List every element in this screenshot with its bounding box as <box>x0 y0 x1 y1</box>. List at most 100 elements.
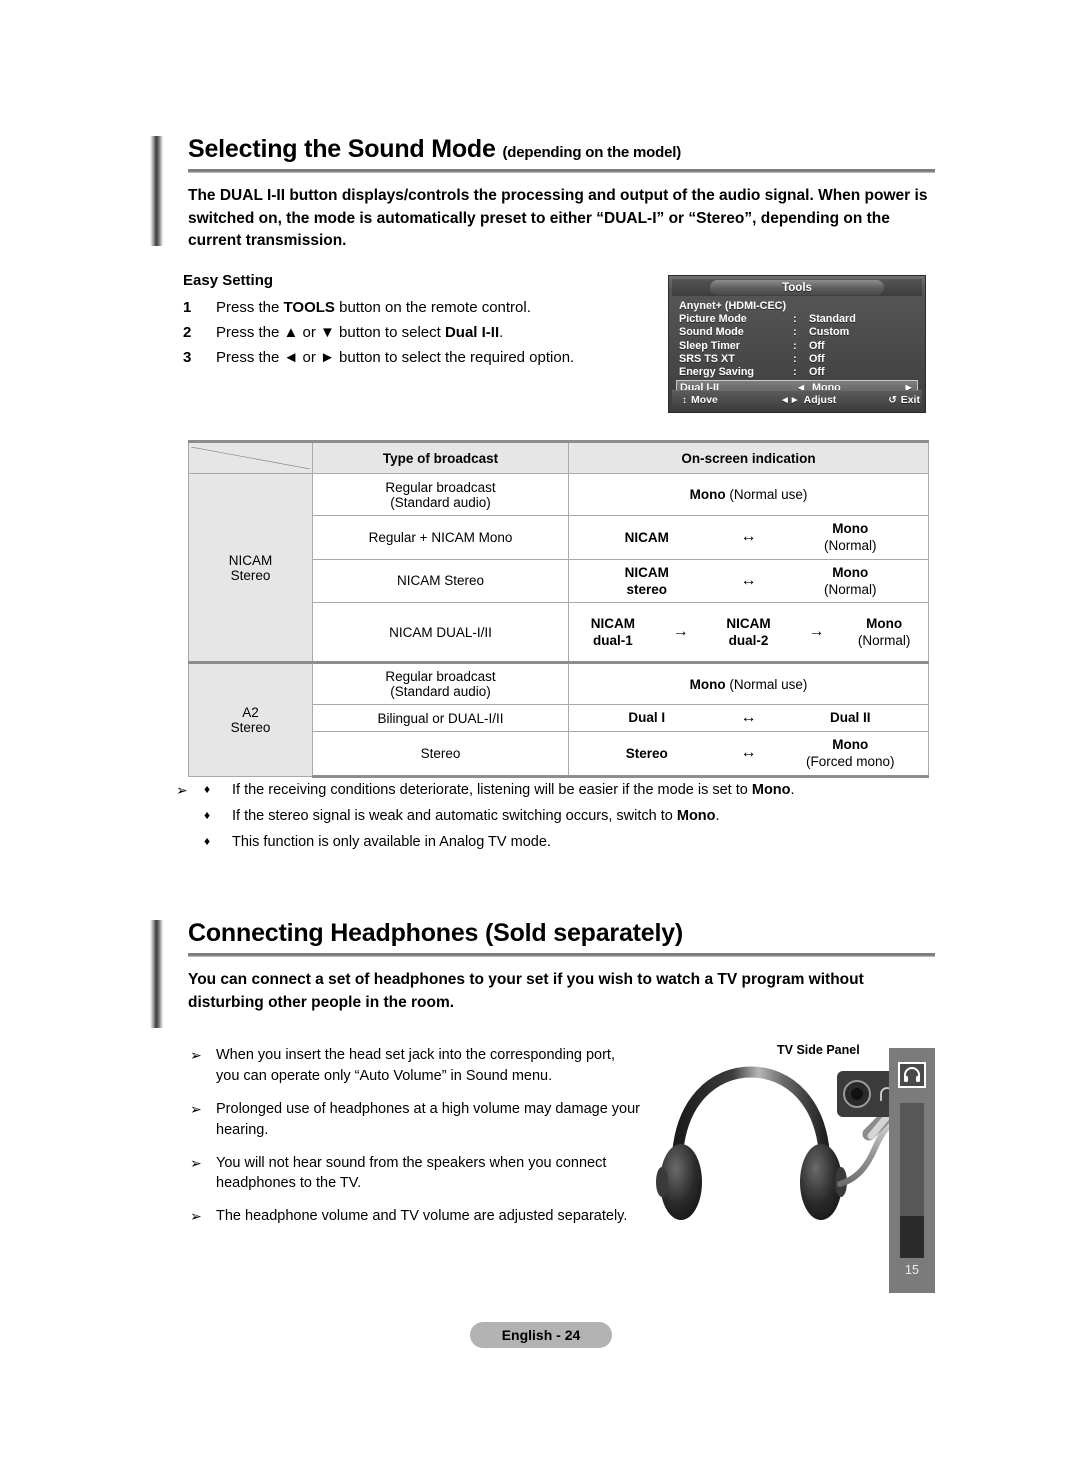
note-text-b: . <box>790 782 795 798</box>
osd-item-sound-mode[interactable]: Sound Mode : Custom <box>679 326 915 339</box>
bidirectional-arrow-icon: ↔ <box>740 528 757 546</box>
table-cell-indication: Stereo ↔ Mono (Forced mono) <box>568 731 929 778</box>
headphone-icon <box>898 1062 926 1088</box>
diamond-bullet-icon: ♦ <box>204 833 211 848</box>
osd-hint-label: Adjust <box>803 394 837 406</box>
osd-item-label: Sound Mode <box>679 326 744 339</box>
page-title-subtext: (depending on the model) <box>502 144 681 161</box>
table-cell-broadcast: Regular broadcast (Standard audio) <box>312 473 569 516</box>
table-cell-indication: Mono (Normal use) <box>568 473 929 516</box>
osd-item-value: Standard <box>809 313 856 326</box>
group-label-line1: NICAM <box>228 552 273 568</box>
step-text-bold: TOOLS <box>283 299 335 316</box>
table-header-type-of-broadcast: Type of broadcast <box>312 440 569 474</box>
sequence-step-bold: Dual I <box>628 710 666 726</box>
indication-sequence: NICAM dual-1 → NICAM dual-2 → Mono (Norm… <box>571 615 926 650</box>
note-item: ➢ ♦ If the receiving conditions deterior… <box>176 780 936 802</box>
step-text-b: button on the remote control. <box>334 299 531 316</box>
osd-item-value: Off <box>809 365 825 378</box>
group-label-line2: Stereo <box>230 719 271 735</box>
table-cell-broadcast: NICAM Stereo <box>312 558 569 604</box>
sequence-step-bold: NICAM <box>624 564 669 580</box>
sequence-step-sub: dual-2 <box>728 633 769 649</box>
tv-side-panel-label: TV Side Panel <box>777 1043 860 1057</box>
sequence-step-sub: (Forced mono) <box>805 754 895 770</box>
indication-sequence: Stereo ↔ Mono (Forced mono) <box>571 736 926 771</box>
sequence-step-bold: Mono <box>832 564 869 580</box>
note-text: This function is only available in Analo… <box>232 832 936 854</box>
osd-item-value: Off <box>809 352 825 365</box>
sound-mode-notes: ➢ ♦ If the receiving conditions deterior… <box>176 780 936 857</box>
heading-accent-bar <box>150 920 164 1028</box>
osd-item-sleep-timer[interactable]: Sleep Timer : Off <box>679 340 915 353</box>
note-text-b: . <box>715 807 720 824</box>
osd-item-label: SRS TS XT <box>679 352 735 365</box>
osd-item-picture-mode[interactable]: Picture Mode : Standard <box>679 313 915 326</box>
note-item: ➢ The headphone volume and TV volume are… <box>190 1206 640 1227</box>
return-icon: ↺ <box>888 394 897 406</box>
headphone-glyph-icon <box>904 1067 920 1082</box>
osd-item-value: Custom <box>809 326 850 339</box>
group-label-line1: A2 <box>242 704 259 720</box>
right-arrow-icon: → <box>672 623 689 641</box>
table-group-label-nicam-stereo: NICAM Stereo <box>188 472 313 664</box>
note-text-a: If the stereo signal is weak and automat… <box>232 807 677 824</box>
table-row: NICAM Stereo Regular broadcast (Standard… <box>188 472 929 664</box>
indication-rest: (Normal use) <box>725 487 808 502</box>
osd-hint-label: Move <box>691 394 718 406</box>
step-text-a: Press the <box>216 299 284 316</box>
sequence-step: Mono (Forced mono) <box>775 736 927 771</box>
indication-sequence: Dual I ↔ Dual II <box>571 709 926 727</box>
note-lead-icon: ➢ <box>190 1100 202 1117</box>
osd-item-energy-saving[interactable]: Energy Saving : Off <box>679 366 915 379</box>
broadcast-line2: (Standard audio) <box>390 494 491 510</box>
right-arrow-icon: → <box>808 623 825 641</box>
headphones-section-heading: Connecting Headphones (Sold separately) … <box>150 920 935 1028</box>
table-group-label-a2-stereo: A2 Stereo <box>188 661 313 777</box>
headphone-notes: ➢ When you insert the head set jack into… <box>190 1045 640 1239</box>
bidirectional-arrow-icon: ↔ <box>740 709 757 727</box>
sequence-step-bold: NICAM <box>726 615 771 631</box>
table-row: A2 Stereo Regular broadcast (Standard au… <box>188 661 929 777</box>
table-cell-indication: NICAM ↔ Mono (Normal) <box>568 515 929 560</box>
table-cell-indication: Mono (Normal use) <box>568 661 929 706</box>
note-text: You will not hear sound from the speaker… <box>216 1154 607 1192</box>
volume-level-value: 15 <box>905 1263 919 1277</box>
table-corner-cell <box>188 440 313 474</box>
note-text-a: If the receiving conditions deteriorate,… <box>232 782 752 798</box>
sequence-step: Dual II <box>775 709 927 726</box>
osd-item-anynet[interactable]: Anynet+ (HDMI-CEC) <box>679 300 915 313</box>
sequence-step-bold: Mono <box>832 521 869 536</box>
heading-divider <box>188 953 935 958</box>
note-item: ➢ You will not hear sound from the speak… <box>190 1153 640 1195</box>
sequence-step-bold: NICAM <box>624 529 669 545</box>
bidirectional-arrow-icon: ↔ <box>740 744 757 762</box>
headphone-connection-illustration: TV Side Panel 15 <box>655 1038 935 1293</box>
sequence-step-sub: dual-1 <box>592 633 633 649</box>
osd-item-label: Picture Mode <box>679 313 747 326</box>
step-text-a: Press the ◄ or ► button to select the re… <box>216 348 575 366</box>
osd-footer-hints: ↕ Move ◄► Adjust ↺ Exit <box>672 390 922 409</box>
note-lead-icon: ➢ <box>190 1208 202 1225</box>
sequence-step: Mono (Normal) <box>775 564 927 599</box>
sequence-step: Dual I <box>571 709 723 726</box>
table-cell-broadcast: Stereo <box>312 731 569 778</box>
indication-bold: Mono <box>689 487 726 502</box>
note-text: If the receiving conditions deteriorate,… <box>232 780 936 802</box>
step-text-b: . <box>499 323 504 341</box>
osd-item-colon: : <box>793 313 797 326</box>
note-item: ♦ This function is only available in Ana… <box>176 832 936 854</box>
page-footer-badge: English - 24 <box>470 1322 612 1348</box>
osd-item-colon: : <box>793 365 797 378</box>
step-number: 3 <box>183 348 192 366</box>
page-footer-label: English - 24 <box>501 1327 581 1343</box>
osd-hint-move: ↕ Move <box>682 394 718 406</box>
osd-item-srs-ts-xt[interactable]: SRS TS XT : Off <box>679 353 915 366</box>
sequence-step: NICAM stereo <box>571 564 723 599</box>
tv-side-panel: 15 <box>889 1048 935 1293</box>
broadcast-line1: Regular broadcast <box>385 669 496 685</box>
heading-divider <box>188 169 935 174</box>
sequence-step: Mono (Normal) <box>775 520 927 555</box>
volume-slider-track[interactable] <box>900 1103 924 1258</box>
note-text: When you insert the head set jack into t… <box>216 1047 615 1084</box>
